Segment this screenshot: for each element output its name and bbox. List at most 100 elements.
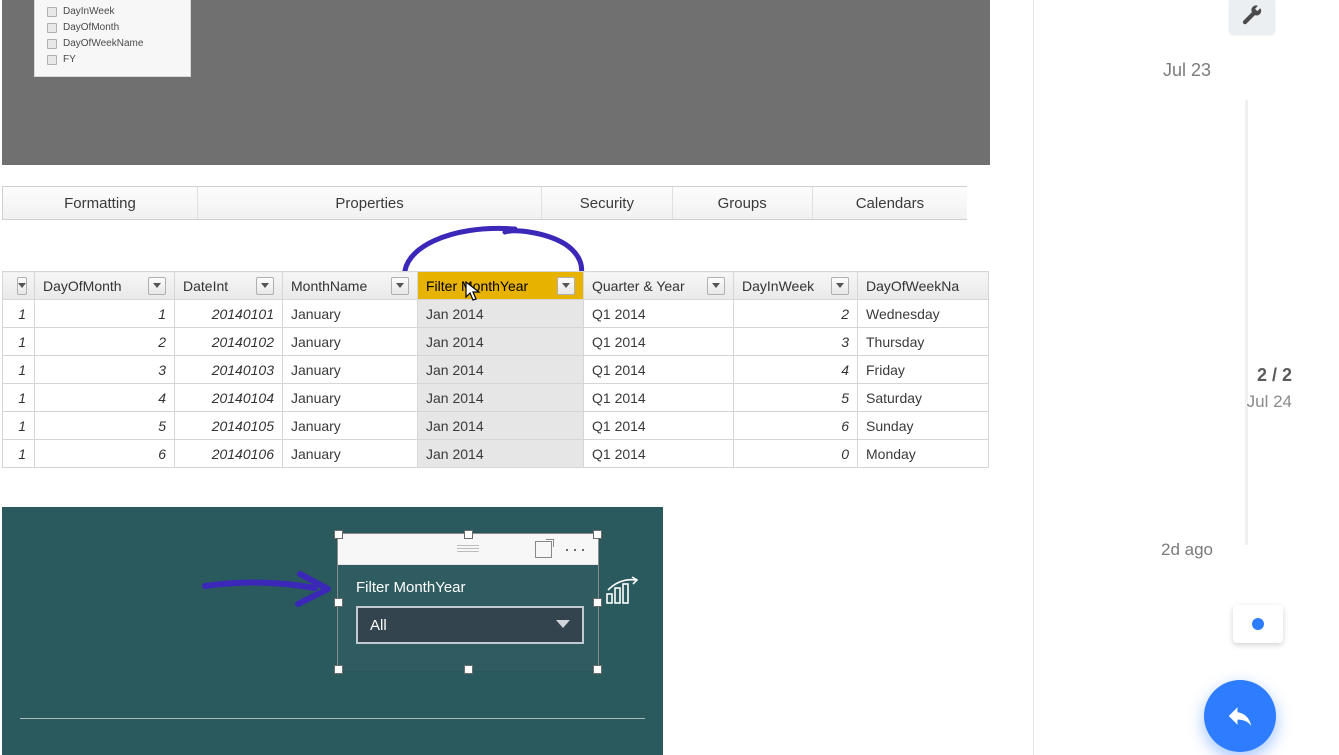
cell-quarteryear: Q1 2014 [584, 440, 734, 468]
cell-monthname: January [283, 300, 418, 328]
col-label: DayInWeek [742, 278, 814, 294]
cell-dateint: 20140102 [175, 328, 283, 356]
col-label: Filter MonthYear [426, 278, 528, 294]
cell-dayofweekname: Monday [858, 440, 989, 468]
tab-label: Security [580, 195, 634, 212]
col-label: DateInt [183, 278, 228, 294]
cell-dateint: 20140105 [175, 412, 283, 440]
col-header-filtermonthyear[interactable]: Filter MonthYear [418, 272, 584, 300]
cell-monthname: January [283, 356, 418, 384]
table-row[interactable]: 1620140106JanuaryJan 2014Q1 20140Monday [3, 440, 989, 468]
edit-post-button[interactable] [1229, 0, 1275, 34]
table-row[interactable]: 1120140101JanuaryJan 2014Q1 20142Wednesd… [3, 300, 989, 328]
tab-groups[interactable]: Groups [673, 187, 813, 219]
ribbon-tabs: Formatting Properties Security Groups Ca… [2, 186, 967, 220]
filter-dropdown-icon[interactable] [707, 277, 725, 295]
resize-handle[interactable] [334, 665, 343, 674]
cell-dayofweekname: Wednesday [858, 300, 989, 328]
cell-dayinweek: 3 [734, 328, 858, 356]
resize-handle[interactable] [464, 665, 473, 674]
timeline-track[interactable] [1245, 100, 1248, 545]
checkbox-icon [47, 55, 57, 65]
resize-handle[interactable] [334, 598, 343, 607]
cell-dayofmonth: 2 [35, 328, 175, 356]
slicer-title: Filter MonthYear [356, 579, 584, 596]
col-header-quarteryear[interactable]: Quarter & Year [584, 272, 734, 300]
cell-filtermonthyear: Jan 2014 [418, 356, 584, 384]
col-header-dayinweek[interactable]: DayInWeek [734, 272, 858, 300]
cell-dayofweekname: Friday [858, 356, 989, 384]
cell-monthname: January [283, 440, 418, 468]
row-number-cell: 1 [3, 356, 35, 384]
cell-dateint: 20140101 [175, 300, 283, 328]
analytics-icon[interactable] [606, 576, 638, 604]
model-canvas: DayInWeek DayOfMonth DayOfWeekName FY [2, 0, 990, 165]
resize-handle[interactable] [593, 530, 602, 539]
reply-icon [1225, 701, 1255, 731]
col-label: MonthName [291, 278, 367, 294]
wrench-icon [1241, 5, 1263, 27]
field-item[interactable]: FY [47, 52, 182, 67]
field-label: DayOfMonth [63, 20, 119, 35]
checkbox-icon [47, 39, 57, 49]
row-number-cell: 1 [3, 440, 35, 468]
cell-quarteryear: Q1 2014 [584, 384, 734, 412]
cell-filtermonthyear: Jan 2014 [418, 384, 584, 412]
col-header-monthname[interactable]: MonthName [283, 272, 418, 300]
field-item[interactable]: DayOfWeekName [47, 36, 182, 51]
filter-dropdown-icon[interactable] [391, 277, 409, 295]
field-item[interactable]: DayOfMonth [47, 20, 182, 35]
resize-handle[interactable] [593, 598, 602, 607]
cell-filtermonthyear: Jan 2014 [418, 412, 584, 440]
cell-dayinweek: 4 [734, 356, 858, 384]
tab-security[interactable]: Security [542, 187, 672, 219]
drag-grip-icon[interactable] [457, 545, 479, 553]
cell-dayofweekname: Thursday [858, 328, 989, 356]
slicer-value: All [370, 617, 387, 634]
filter-dropdown-icon[interactable] [557, 277, 575, 295]
timeline-end-date[interactable]: 2d ago [1034, 540, 1339, 560]
cell-dayofmonth: 4 [35, 384, 175, 412]
filter-dropdown-icon[interactable] [148, 277, 166, 295]
col-header-dayofmonth[interactable]: DayOfMonth [35, 272, 175, 300]
unread-dot-icon [1252, 618, 1264, 630]
tab-label: Groups [718, 195, 767, 212]
row-number-cell: 1 [3, 300, 35, 328]
filter-dropdown-icon[interactable] [831, 277, 849, 295]
row-number-cell: 1 [3, 328, 35, 356]
col-label: Quarter & Year [592, 278, 685, 294]
timeline-start-date[interactable]: Jul 23 [1034, 60, 1339, 81]
reply-button[interactable] [1204, 680, 1276, 752]
timeline-pager[interactable]: 2 / 2 Jul 24 [1034, 365, 1339, 412]
table-row[interactable]: 1420140104JanuaryJan 2014Q1 20145Saturda… [3, 384, 989, 412]
filter-dropdown-icon[interactable] [17, 277, 27, 295]
table-row[interactable]: 1520140105JanuaryJan 2014Q1 20146Sunday [3, 412, 989, 440]
col-header-dateint[interactable]: DateInt [175, 272, 283, 300]
checkbox-icon [47, 23, 57, 33]
focus-mode-icon[interactable] [535, 541, 552, 558]
field-item[interactable]: DayInWeek [47, 4, 182, 19]
row-number-cell: 1 [3, 384, 35, 412]
more-options-icon[interactable]: ··· [564, 544, 588, 554]
tab-properties[interactable]: Properties [198, 187, 542, 219]
col-header-dayofweekname[interactable]: DayOfWeekNa [858, 272, 989, 300]
table-row[interactable]: 1220140102JanuaryJan 2014Q1 20143Thursda… [3, 328, 989, 356]
table-row[interactable]: 1320140103JanuaryJan 2014Q1 20144Friday [3, 356, 989, 384]
filter-dropdown-icon[interactable] [256, 277, 274, 295]
slicer-dropdown[interactable]: All [356, 606, 584, 644]
row-number-cell: 1 [3, 412, 35, 440]
resize-handle[interactable] [593, 665, 602, 674]
tab-label: Properties [335, 195, 403, 212]
cell-filtermonthyear: Jan 2014 [418, 440, 584, 468]
slicer-visual[interactable]: ··· Filter MonthYear All [337, 533, 599, 671]
row-number-header[interactable] [3, 272, 35, 300]
fields-list-card: DayInWeek DayOfMonth DayOfWeekName FY [34, 0, 191, 77]
tab-calendars[interactable]: Calendars [813, 187, 967, 219]
tab-formatting[interactable]: Formatting [2, 187, 198, 219]
cell-dayinweek: 0 [734, 440, 858, 468]
cell-quarteryear: Q1 2014 [584, 412, 734, 440]
resize-handle[interactable] [334, 530, 343, 539]
timeline-marker[interactable] [1233, 605, 1283, 643]
cell-quarteryear: Q1 2014 [584, 328, 734, 356]
resize-handle[interactable] [464, 530, 473, 539]
